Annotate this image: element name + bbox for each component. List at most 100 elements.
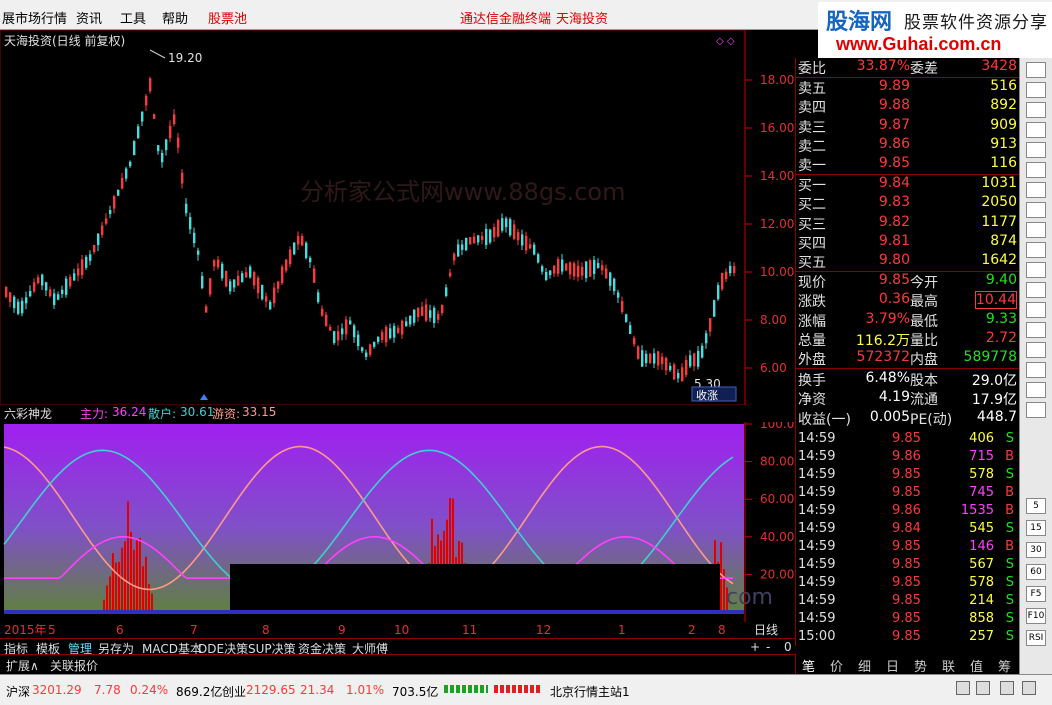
menu-news[interactable]: 资讯: [76, 8, 102, 27]
server-name[interactable]: 北京行情主站1: [550, 683, 630, 700]
toolbar-icon[interactable]: [1026, 62, 1046, 78]
tick-row[interactable]: 14:59 9.84 545 S: [796, 521, 1020, 539]
toolbar-icon[interactable]: [1026, 122, 1046, 138]
toolbar-icon[interactable]: [1026, 402, 1046, 418]
indicator-bar: [115, 562, 117, 612]
period-button[interactable]: F5: [1026, 586, 1046, 602]
candle-body: [285, 259, 288, 271]
toolbar-icon[interactable]: [1026, 382, 1046, 398]
lock-icon[interactable]: [956, 681, 970, 695]
menu-stock-pool[interactable]: 股票池: [208, 8, 247, 27]
toolbar-icon[interactable]: [1026, 102, 1046, 118]
period-button[interactable]: RSI: [1026, 630, 1046, 646]
toolbar-icon[interactable]: [1026, 322, 1046, 338]
period-button[interactable]: 60: [1026, 564, 1046, 580]
toolbar-icon[interactable]: [1026, 282, 1046, 298]
zoom-reset-button[interactable]: 0: [784, 640, 792, 654]
tick-row[interactable]: 14:59 9.85 858 S: [796, 611, 1020, 629]
period-button[interactable]: F10: [1026, 608, 1046, 624]
quote-tab[interactable]: 细: [858, 656, 871, 675]
date-tick-label: 2015年: [4, 623, 47, 637]
quote-tab[interactable]: 势: [914, 656, 927, 675]
quote-tab[interactable]: 笔: [802, 656, 815, 675]
ask-row[interactable]: 卖四 9.88 892: [796, 97, 1020, 116]
toolbar-icon[interactable]: [1026, 202, 1046, 218]
candle-body: [397, 327, 400, 333]
indicator-name[interactable]: 六彩神龙: [4, 405, 52, 422]
quote-tab[interactable]: 日: [886, 656, 899, 675]
order-price: 9.87: [878, 116, 910, 133]
candle-body: [357, 334, 360, 347]
sanhu-label: 散户:: [148, 407, 177, 421]
candle-body: [509, 219, 512, 236]
toolbar-icon[interactable]: [1026, 222, 1046, 238]
toolbar-icon[interactable]: [1026, 182, 1046, 198]
zoom-out-button[interactable]: -: [766, 640, 770, 654]
period-button[interactable]: 30: [1026, 542, 1046, 558]
toolbar-icon[interactable]: [1026, 342, 1046, 358]
tab-expand[interactable]: 扩展∧: [6, 657, 39, 674]
minimize-icon[interactable]: [1000, 681, 1014, 695]
stat-value: 116.2万: [855, 332, 910, 349]
tick-row[interactable]: 14:59 9.85 146 B: [796, 539, 1020, 557]
fund-value: 29.0亿: [971, 373, 1017, 389]
bid-row[interactable]: 买一 9.84 1031: [796, 175, 1020, 194]
candle-body: [469, 237, 472, 245]
monitor-icon[interactable]: [976, 681, 990, 695]
toolbar-icon[interactable]: [1026, 82, 1046, 98]
tick-row[interactable]: 14:59 9.86 1535 B: [796, 503, 1020, 521]
close-icon[interactable]: [1022, 681, 1036, 695]
toolbar-icon[interactable]: [1026, 302, 1046, 318]
indicator-tick-label: 60.00: [760, 492, 794, 506]
candle-body: [377, 336, 380, 342]
tick-row[interactable]: 15:00 9.85 257 S: [796, 629, 1020, 647]
zoom-in-button[interactable]: +: [750, 640, 760, 654]
ask-row[interactable]: 卖五 9.89 516: [796, 78, 1020, 97]
candle-body: [637, 346, 640, 359]
stat-label: 最低: [910, 313, 938, 330]
period-label[interactable]: 日线: [754, 623, 778, 637]
tick-row[interactable]: 14:59 9.85 406 S: [796, 431, 1020, 449]
bid-row[interactable]: 买三 9.82 1177: [796, 214, 1020, 233]
menu-tools[interactable]: 工具: [120, 8, 146, 27]
bid-row[interactable]: 买二 9.83 2050: [796, 194, 1020, 213]
quote-tab[interactable]: 值: [970, 656, 983, 675]
bid-row[interactable]: 买四 9.81 874: [796, 233, 1020, 252]
quote-tab[interactable]: 价: [830, 656, 843, 675]
tick-list[interactable]: 14:59 9.85 406 S 14:59 9.86 715 B 14:59 9.…: [795, 430, 1019, 646]
tick-row[interactable]: 14:59 9.86 715 B: [796, 449, 1020, 467]
bid-row[interactable]: 买五 9.80 1642: [796, 252, 1020, 271]
ask-row[interactable]: 卖一 9.85 116: [796, 155, 1020, 174]
candle-body: [265, 296, 268, 302]
stat-value: 10.44: [974, 291, 1017, 310]
order-level-label: 买三: [798, 216, 826, 233]
quote-tab[interactable]: 联: [942, 656, 955, 675]
indicator-tick-label: 100.0: [760, 422, 794, 431]
menu-help[interactable]: 帮助: [162, 8, 188, 27]
toolbar-icon[interactable]: [1026, 142, 1046, 158]
toolbar-icon[interactable]: [1026, 242, 1046, 258]
tick-volume: 1535: [960, 503, 994, 518]
period-button[interactable]: 15: [1026, 520, 1046, 536]
menu-market[interactable]: 展市场行情: [2, 8, 67, 27]
stat-label: 内盘: [910, 352, 938, 369]
ask-row[interactable]: 卖二 9.86 913: [796, 136, 1020, 155]
sh-label: 沪深: [6, 685, 31, 699]
tick-row[interactable]: 14:59 9.85 578 S: [796, 467, 1020, 485]
quote-tab[interactable]: 筹: [998, 656, 1011, 675]
toolbar-icon[interactable]: [1026, 362, 1046, 378]
toolbar-icon[interactable]: [1026, 162, 1046, 178]
close-badge: 收涨: [696, 388, 718, 402]
indicator-chart[interactable]: com 100.0 80.00 60.00 40.00 20.00: [0, 422, 795, 622]
tick-row[interactable]: 14:59 9.85 214 S: [796, 593, 1020, 611]
toolbar-icon[interactable]: [1026, 262, 1046, 278]
ask-row[interactable]: 卖三 9.87 909: [796, 117, 1020, 136]
tick-row[interactable]: 14:59 9.85 578 S: [796, 575, 1020, 593]
candle-body: [5, 286, 8, 297]
tick-row[interactable]: 14:59 9.85 745 B: [796, 485, 1020, 503]
tick-row[interactable]: 14:59 9.85 567 S: [796, 557, 1020, 575]
tab-related-quotes[interactable]: 关联报价: [50, 657, 98, 674]
candle-body: [113, 196, 116, 209]
period-button[interactable]: 5: [1026, 498, 1046, 514]
kline-chart[interactable]: 18.0016.0014.0012.0010.008.006.00 19.20 …: [0, 30, 795, 405]
